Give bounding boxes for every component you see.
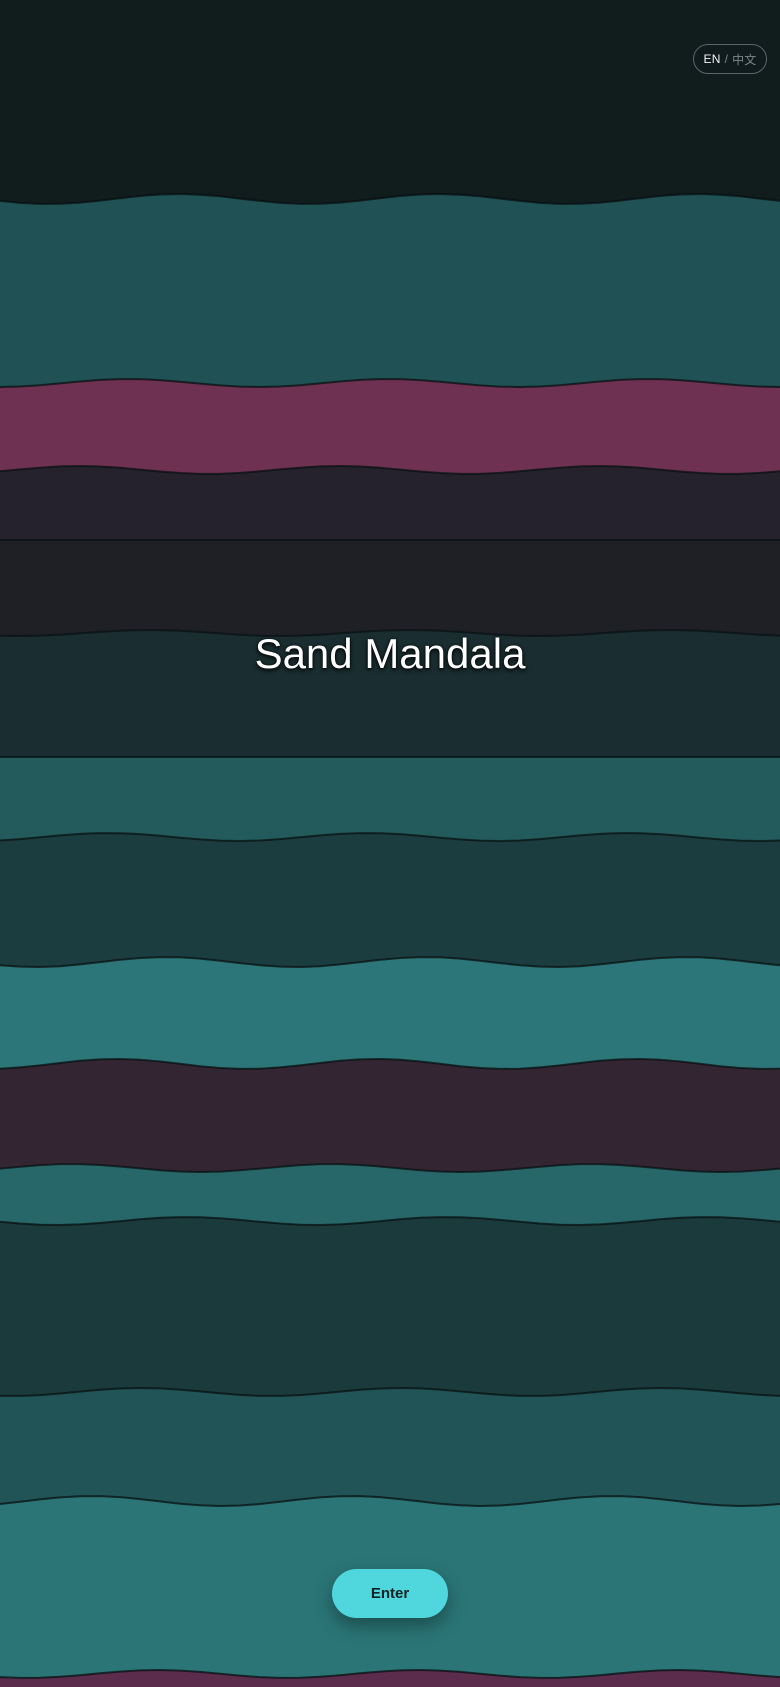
sand-band (0, 466, 780, 540)
enter-button[interactable]: Enter (332, 1569, 448, 1618)
sand-band (0, 1388, 780, 1506)
sand-band (0, 957, 780, 1069)
sand-band (0, 1059, 780, 1172)
sand-band (0, 1217, 780, 1396)
sand-band (0, 833, 780, 967)
sand-band (0, 379, 780, 474)
landing-screen: EN / 中文 Sand Mandala Enter (0, 0, 780, 1687)
sand-band-background (0, 192, 780, 1687)
sand-band (0, 757, 780, 841)
page-title: Sand Mandala (254, 630, 526, 677)
language-option-zh[interactable]: 中文 (732, 51, 756, 68)
sand-band (0, 1164, 780, 1225)
language-toggle[interactable]: EN / 中文 (693, 44, 767, 74)
language-separator: / (724, 52, 729, 66)
language-option-en[interactable]: EN (703, 52, 720, 66)
sand-band (0, 540, 780, 636)
sand-band (0, 194, 780, 387)
